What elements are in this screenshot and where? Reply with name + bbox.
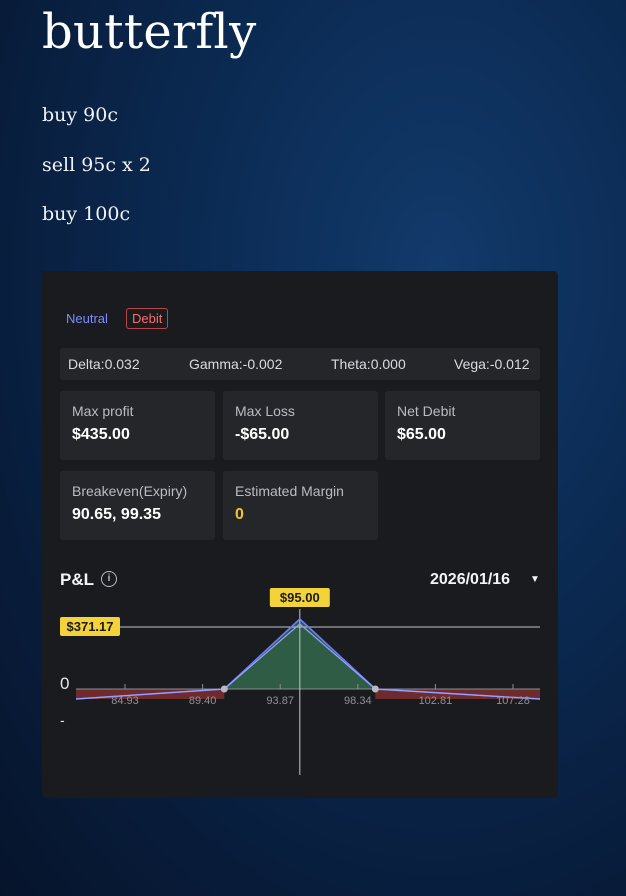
x-tick-label-4: 98.34 bbox=[344, 695, 372, 707]
max-loss-label: Max Loss bbox=[235, 403, 295, 419]
x-tick-label-5: 102.81 bbox=[419, 695, 453, 707]
leg-buy-upper: buy 100c bbox=[42, 203, 131, 225]
theta-value: Theta:0.000 bbox=[331, 356, 406, 372]
breakeven-label: Breakeven(Expiry) bbox=[72, 483, 188, 499]
vega-value: Vega:-0.012 bbox=[454, 356, 530, 372]
margin-label: Estimated Margin bbox=[235, 483, 344, 499]
breakeven-point-2 bbox=[371, 685, 379, 693]
leg-buy-lower: buy 90c bbox=[42, 104, 118, 126]
price-marker-text: $95.00 bbox=[280, 590, 320, 605]
max-loss-card: Max Loss -$65.00 bbox=[223, 391, 378, 460]
x-tick-label-1: 84.93 bbox=[111, 695, 139, 707]
strategy-panel: Neutral Debit Delta:0.032 Gamma:-0.002 T… bbox=[42, 271, 558, 798]
y-tick-label-3: - bbox=[60, 712, 65, 728]
breakeven-card: Breakeven(Expiry) 90.65, 99.35 bbox=[60, 471, 215, 540]
x-tick-label-2: 89.40 bbox=[189, 695, 217, 707]
value-marker-text: $371.17 bbox=[67, 619, 114, 634]
breakeven-point-1 bbox=[220, 685, 228, 693]
net-debit-card: Net Debit $65.00 bbox=[385, 391, 540, 460]
leg-sell-middle: sell 95c x 2 bbox=[42, 154, 151, 176]
neutral-tag: Neutral bbox=[66, 311, 108, 326]
debit-tag: Debit bbox=[126, 308, 169, 329]
x-tick-label-6: 107.28 bbox=[496, 695, 530, 707]
max-loss-value: -$65.00 bbox=[235, 426, 290, 443]
x-tick-label-3: 93.87 bbox=[266, 695, 294, 707]
y-tick-label-2: 0 bbox=[60, 674, 69, 693]
max-profit-card: Max profit $435.00 bbox=[60, 391, 215, 460]
max-profit-value: $435.00 bbox=[72, 426, 130, 443]
slide-title: butterfly bbox=[42, 4, 257, 60]
greeks-bar: Delta:0.032 Gamma:-0.002 Theta:0.000 Veg… bbox=[60, 348, 540, 380]
pnl-chart: 84.9389.4093.8798.34102.81107.28+0-$371.… bbox=[60, 588, 541, 775]
net-debit-value: $65.00 bbox=[397, 426, 446, 443]
net-debit-label: Net Debit bbox=[397, 403, 456, 419]
max-profit-label: Max profit bbox=[72, 403, 134, 419]
delta-value: Delta:0.032 bbox=[68, 356, 140, 372]
margin-value: 0 bbox=[235, 506, 244, 523]
breakeven-value: 90.65, 99.35 bbox=[72, 506, 161, 523]
gamma-value: Gamma:-0.002 bbox=[189, 356, 283, 372]
margin-card: Estimated Margin 0 bbox=[223, 471, 378, 540]
